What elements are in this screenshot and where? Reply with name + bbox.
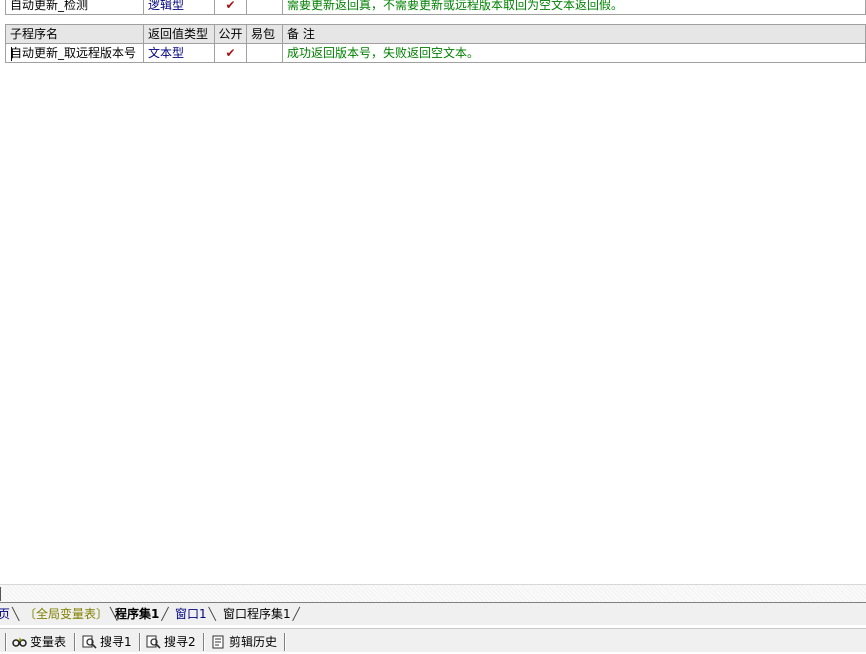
easy-pack-cell[interactable] xyxy=(246,43,283,63)
divider xyxy=(203,633,205,651)
horizontal-scrollbar[interactable] xyxy=(0,584,866,603)
header-subroutine-name: 子程序名 xyxy=(5,24,144,44)
header-public: 公开 xyxy=(214,24,247,44)
code-editor[interactable]: 自动更新_检测 逻辑型 ✔ 需要更新返回真，不需要更新或远程版本取回为空文本返回… xyxy=(0,0,866,584)
check-icon: ✔ xyxy=(225,46,236,60)
note-cell[interactable]: 需要更新返回真，不需要更新或远程版本取回为空文本返回假。 xyxy=(282,0,866,15)
search-1-button[interactable]: 搜寻1 xyxy=(82,633,132,651)
scrollbar-thumb[interactable] xyxy=(0,587,1,601)
check-icon: ✔ xyxy=(225,0,236,12)
tab-start-page[interactable]: 页 ╲ xyxy=(0,604,21,624)
tab-global-variables[interactable]: 〔全局变量表〕 ╲ xyxy=(24,604,119,624)
tab-window-program-set-1[interactable]: 窗口程序集1 ╱ xyxy=(223,604,302,624)
subroutine-name-cell[interactable]: 自动更新_取远程版本号 xyxy=(5,43,144,63)
document-tab-bar: 页 ╲ 〔全局变量表〕 ╲ 程序集1 ╱ 窗口1 ╲ 窗口程序集1 ╱ xyxy=(0,602,866,625)
divider xyxy=(284,633,286,651)
tab-label: 窗口1 xyxy=(175,607,207,621)
easy-pack-cell[interactable] xyxy=(246,0,283,15)
tool-label: 剪辑历史 xyxy=(229,635,278,649)
header-note: 备 注 xyxy=(282,24,866,44)
clipboard-history-icon xyxy=(211,635,225,649)
tab-label: 程序集1 xyxy=(115,607,160,621)
divider xyxy=(5,633,7,651)
return-type-cell[interactable]: 逻辑型 xyxy=(143,0,215,15)
tab-program-set-1[interactable]: 程序集1 ╱ xyxy=(115,604,171,624)
text-caret xyxy=(11,47,12,61)
bottom-panel-bar: 变量表 搜寻1 搜寻2 剪辑历史 xyxy=(0,628,866,652)
divider xyxy=(74,633,76,651)
tool-label: 变量表 xyxy=(30,635,67,649)
tab-label: 窗口程序集1 xyxy=(223,607,291,621)
variable-table-button[interactable]: 变量表 xyxy=(12,633,66,651)
tab-window-1[interactable]: 窗口1 ╲ xyxy=(175,604,218,624)
search-icon xyxy=(146,635,161,649)
previous-subroutine-table: 自动更新_检测 逻辑型 ✔ 需要更新返回真，不需要更新或远程版本取回为空文本返回… xyxy=(5,0,866,15)
search-2-button[interactable]: 搜寻2 xyxy=(146,633,196,651)
header-return-type: 返回值类型 xyxy=(143,24,215,44)
table-row[interactable]: 自动更新_检测 逻辑型 ✔ 需要更新返回真，不需要更新或远程版本取回为空文本返回… xyxy=(5,0,866,15)
public-cell[interactable]: ✔ xyxy=(214,43,247,63)
tool-label: 搜寻1 xyxy=(100,635,132,649)
tab-label: 〔全局变量表〕 xyxy=(24,607,109,621)
search-icon xyxy=(82,635,97,649)
divider xyxy=(139,633,141,651)
header-easy-pack: 易包 xyxy=(246,24,283,44)
note-cell[interactable]: 成功返回版本号，失败返回空文本。 xyxy=(282,43,866,63)
table-header-row: 子程序名 返回值类型 公开 易包 备 注 xyxy=(5,24,866,44)
subroutine-table: 子程序名 返回值类型 公开 易包 备 注 自动更新_取远程版本号 文本型 ✔ 成… xyxy=(5,24,866,63)
return-type-cell[interactable]: 文本型 xyxy=(143,43,215,63)
clipboard-history-button[interactable]: 剪辑历史 xyxy=(211,633,277,651)
subroutine-name-cell[interactable]: 自动更新_检测 xyxy=(5,0,144,15)
table-row[interactable]: 自动更新_取远程版本号 文本型 ✔ 成功返回版本号，失败返回空文本。 xyxy=(5,43,866,63)
tool-label: 搜寻2 xyxy=(164,635,196,649)
variable-table-icon xyxy=(12,635,27,649)
tab-label: 页 xyxy=(0,607,11,621)
public-cell[interactable]: ✔ xyxy=(214,0,247,15)
